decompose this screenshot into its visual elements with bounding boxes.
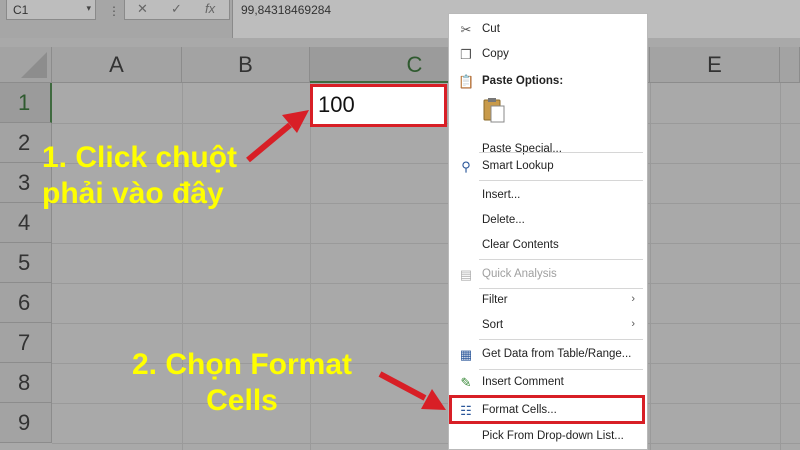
chevron-down-icon[interactable]: ▾ — [86, 3, 91, 14]
menu-item-filter[interactable]: Filter › — [449, 289, 647, 313]
grid-line — [52, 443, 800, 444]
copy-icon: ❐ — [460, 47, 472, 62]
menu-item-quick-analysis: ▤ Quick Analysis — [449, 263, 647, 287]
menu-item-quick-analysis-label: Quick Analysis — [482, 268, 557, 280]
menu-item-delete[interactable]: Delete... — [449, 209, 647, 233]
column-header-a[interactable]: A — [52, 47, 182, 83]
select-all-triangle-icon — [21, 52, 47, 78]
menu-item-pick-from-list-label: Pick From Drop-down List... — [482, 430, 624, 442]
grid-line — [52, 243, 800, 244]
formula-bar: C1 ▾ ⋮ ✕ ✓ fx 99,84318469284 — [0, 0, 800, 38]
paste-icon: 📋 — [458, 74, 475, 89]
comment-icon: ✎ — [460, 375, 472, 390]
cell-value: 100 — [318, 92, 355, 117]
menu-item-insert-comment[interactable]: ✎ Insert Comment — [449, 371, 647, 395]
menu-item-insert-label: Insert... — [482, 189, 521, 201]
insert-function-icon[interactable]: fx — [205, 1, 215, 16]
menu-item-smart-lookup-label: Smart Lookup — [482, 160, 554, 172]
menu-item-insert-comment-label: Insert Comment — [482, 376, 564, 388]
menu-item-copy-label: Copy — [482, 48, 509, 60]
column-header-b[interactable]: B — [182, 47, 310, 83]
select-all-corner[interactable] — [0, 47, 52, 83]
annotation-step-2: 2. Chọn Format Cells — [132, 347, 352, 419]
enter-icon[interactable]: ✓ — [171, 1, 182, 17]
name-box-value: C1 — [13, 3, 29, 17]
menu-item-clear-contents[interactable]: Clear Contents — [449, 234, 647, 258]
menu-item-pick-from-list[interactable]: Pick From Drop-down List... — [449, 425, 647, 449]
menu-item-clear-contents-label: Clear Contents — [482, 239, 559, 251]
quick-analysis-icon: ▤ — [459, 267, 473, 282]
row-header-8[interactable]: 8 — [0, 363, 52, 403]
menu-separator — [479, 259, 643, 260]
name-box[interactable]: C1 ▾ — [6, 0, 96, 20]
menu-separator — [479, 339, 643, 340]
scissors-icon: ✂ — [460, 22, 472, 37]
format-cells-highlight — [449, 395, 645, 424]
search-icon: ⚲ — [461, 159, 471, 174]
menu-item-delete-label: Delete... — [482, 214, 525, 226]
grid-line — [52, 283, 800, 284]
menu-item-get-data-label: Get Data from Table/Range... — [482, 348, 632, 360]
paste-clipboard-icon[interactable] — [483, 97, 505, 123]
table-icon: ▦ — [459, 347, 473, 362]
annotation-step-2-line-2: Cells — [206, 384, 278, 417]
grid-line — [780, 83, 781, 450]
formula-bar-separator: ⋮ — [108, 4, 120, 18]
menu-item-insert[interactable]: Insert... — [449, 184, 647, 208]
menu-paste-options-label: Paste Options: — [482, 75, 564, 87]
formula-buttons: ✕ ✓ fx — [124, 0, 230, 20]
annotation-step-1-line-1: 1. Click chuột — [42, 141, 238, 174]
row-header-9[interactable]: 9 — [0, 403, 52, 443]
context-menu: ✂ Cut ❐ Copy 📋 Paste Options: Paste Spec… — [448, 13, 648, 450]
column-header-f[interactable] — [780, 47, 800, 83]
menu-item-paste-special-label: Paste Special... — [482, 143, 562, 155]
menu-item-smart-lookup[interactable]: ⚲ Smart Lookup — [449, 155, 647, 179]
menu-separator — [479, 180, 643, 181]
menu-item-get-data[interactable]: ▦ Get Data from Table/Range... — [449, 343, 647, 367]
menu-separator — [479, 369, 643, 370]
row-header-5[interactable]: 5 — [0, 243, 52, 283]
annotation-step-2-line-1: 2. Chọn Format — [132, 348, 353, 381]
active-cell-c1[interactable]: 100 — [310, 84, 447, 127]
formula-value: 99,84318469284 — [241, 3, 332, 17]
cancel-icon[interactable]: ✕ — [137, 1, 148, 17]
grid-line — [52, 323, 800, 324]
menu-item-cut-label: Cut — [482, 23, 500, 35]
row-header-7[interactable]: 7 — [0, 323, 52, 363]
annotation-step-1: 1. Click chuột phải vào đây — [42, 140, 237, 212]
menu-separator — [479, 152, 643, 153]
grid-line — [650, 83, 651, 450]
menu-item-cut[interactable]: ✂ Cut — [449, 18, 647, 42]
chevron-right-icon: › — [631, 318, 635, 330]
menu-item-filter-label: Filter — [482, 294, 508, 306]
column-header-e[interactable]: E — [650, 47, 780, 83]
menu-item-sort[interactable]: Sort › — [449, 314, 647, 338]
menu-item-sort-label: Sort — [482, 319, 504, 331]
menu-item-copy[interactable]: ❐ Copy — [449, 43, 647, 67]
annotation-step-1-line-2: phải vào đây — [42, 177, 224, 210]
row-header-6[interactable]: 6 — [0, 283, 52, 323]
chevron-right-icon: › — [631, 293, 635, 305]
row-header-1[interactable]: 1 — [0, 83, 52, 123]
menu-paste-options: 📋 Paste Options: — [449, 70, 647, 94]
